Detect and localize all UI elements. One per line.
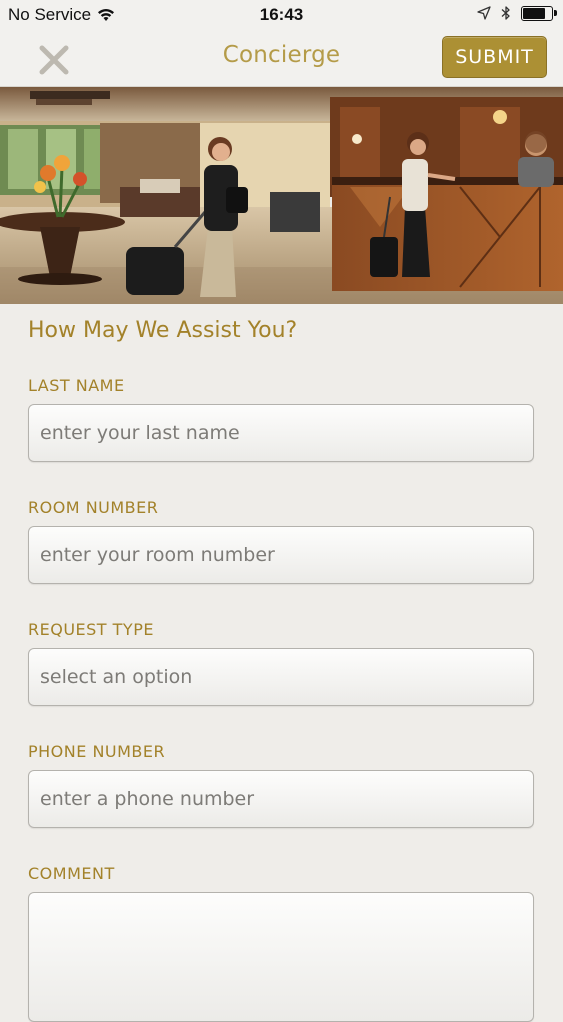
bluetooth-icon [501,6,510,20]
phone-number-input[interactable]: enter a phone number [28,770,534,828]
request-type-label: REQUEST TYPE [28,620,154,639]
form-title: How May We Assist You? [28,318,298,343]
status-bar: No Service 16:43 [0,0,563,30]
battery-fill [523,7,545,19]
request-form: How May We Assist You? LAST NAME enter y… [0,304,563,1022]
nav-bar: Concierge SUBMIT [0,30,563,87]
close-button[interactable] [34,40,74,80]
close-x-icon [39,45,69,75]
hotel-lobby-image [0,87,563,304]
room-number-input[interactable]: enter your room number [28,526,534,584]
last-name-input[interactable]: enter your last name [28,404,534,462]
comment-label: COMMENT [28,864,115,883]
request-type-select[interactable]: select an option [28,648,534,706]
last-name-label: LAST NAME [28,376,125,395]
submit-button[interactable]: SUBMIT [442,36,547,78]
location-arrow-icon [477,6,491,20]
phone-number-label: PHONE NUMBER [28,742,166,761]
room-number-label: ROOM NUMBER [28,498,159,517]
comment-textarea[interactable] [28,892,534,1022]
status-right [477,5,557,21]
hero-image [0,87,563,304]
battery-icon [521,5,557,21]
